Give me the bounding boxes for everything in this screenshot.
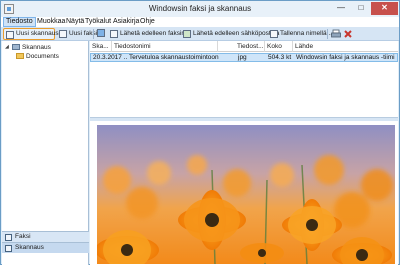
menu-file[interactable]: Tiedosto: [3, 17, 36, 27]
scanner-icon: [5, 245, 12, 252]
column-header-source[interactable]: Lähde: [293, 41, 398, 52]
save-as-label: Tallenna nimellä...: [280, 30, 333, 37]
document-list: Ska... Tiedostonimi Tiedost... Koko Lähd…: [90, 41, 398, 117]
title-bar: Windowsin faksi ja skannaus — □ ✕: [1, 1, 399, 17]
nav-fax-label: Faksi: [15, 233, 31, 240]
column-header-filename[interactable]: Tiedostonimi: [112, 41, 218, 52]
nav-fax[interactable]: Faksi: [2, 231, 89, 242]
scanner-icon: [6, 31, 14, 39]
cell-filename: Tervetuloa skannaustoimintoon: [129, 54, 219, 61]
table-row[interactable]: 20.3.2017 ... Tervetuloa skannaustoimint…: [90, 53, 398, 62]
menu-help[interactable]: Ohje: [138, 17, 157, 27]
list-header: Ska... Tiedostonimi Tiedost... Koko Lähd…: [90, 41, 398, 52]
cell-source: Windowsin faksi ja skannaus -tiimi: [296, 54, 395, 61]
menu-bar: Tiedosto Muokkaa Näytä Työkalut Asiakirj…: [1, 17, 399, 27]
preview-image: [97, 125, 395, 264]
app-window: Windowsin faksi ja skannaus — □ ✕ Tiedos…: [0, 0, 400, 265]
print-preview-icon[interactable]: [97, 29, 107, 39]
document-icon: [97, 29, 105, 37]
forward-fax-icon: [110, 30, 118, 38]
nav-scan-label: Skannaus: [15, 244, 44, 251]
forward-fax-button[interactable]: Lähetä edelleen faksina: [108, 28, 191, 40]
collapse-icon[interactable]: ◢: [5, 43, 11, 52]
preview-pane: [90, 121, 398, 265]
toolbar-separator: [327, 29, 328, 39]
menu-tools[interactable]: Työkalut: [83, 17, 113, 27]
tree-label-scan: Skannaus: [22, 44, 51, 51]
forward-fax-label: Lähetä edelleen faksina: [120, 30, 189, 37]
forward-email-button[interactable]: Lähetä edelleen sähköpostina: [181, 28, 281, 40]
tree-label-documents: Documents: [26, 53, 59, 60]
column-header-date[interactable]: Ska...: [90, 41, 112, 52]
new-scan-button[interactable]: Uusi skannaus: [3, 28, 59, 40]
close-button[interactable]: ✕: [371, 2, 398, 15]
cell-size: 504.3 kt: [268, 54, 292, 61]
forward-email-label: Lähetä edelleen sähköpostina: [193, 30, 280, 37]
email-icon: [183, 30, 191, 38]
print-icon[interactable]: [331, 29, 341, 39]
delete-icon[interactable]: [343, 29, 353, 39]
menu-edit[interactable]: Muokkaa: [35, 17, 67, 27]
save-icon: [270, 30, 278, 38]
scanner-folder-icon: [12, 44, 20, 50]
menu-document[interactable]: Asiakirja: [111, 17, 141, 27]
nav-scan[interactable]: Skannaus: [2, 242, 89, 253]
folder-icon: [16, 53, 24, 59]
toolbar: Uusi skannaus Uusi faksi Lähetä edelleen…: [1, 27, 399, 41]
maximize-button[interactable]: □: [351, 2, 371, 15]
column-header-size[interactable]: Koko: [265, 41, 293, 52]
save-as-button[interactable]: Tallenna nimellä...: [268, 28, 334, 40]
fax-icon: [5, 234, 12, 241]
folder-sidebar: ◢ Skannaus Documents Faksi Skannaus: [2, 41, 89, 265]
cell-date: 20.3.2017 ...: [93, 54, 127, 61]
minimize-button[interactable]: —: [331, 2, 351, 15]
cell-type: jpg: [238, 54, 247, 61]
toolbar-separator: [93, 29, 94, 39]
new-scan-label: Uusi skannaus: [16, 30, 59, 37]
column-header-type[interactable]: Tiedost...: [235, 41, 265, 52]
fax-icon: [59, 30, 67, 38]
